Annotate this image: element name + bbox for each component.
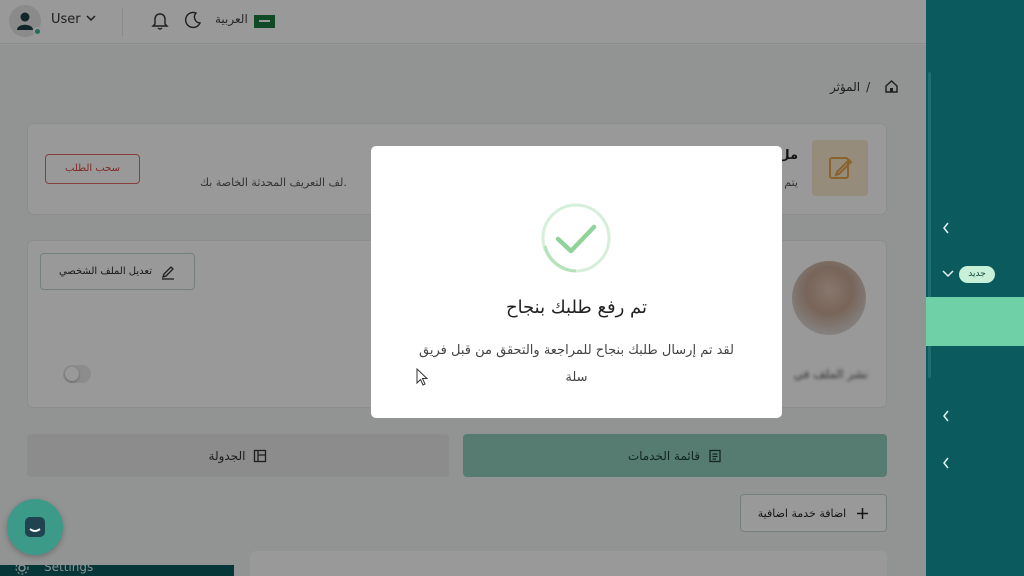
chevron-left-icon[interactable] bbox=[942, 222, 950, 234]
chevron-left-icon[interactable] bbox=[942, 457, 950, 469]
chat-support-button[interactable] bbox=[7, 499, 63, 555]
mouse-cursor-icon bbox=[416, 368, 429, 386]
new-badge: جديد bbox=[959, 266, 995, 283]
sidebar-item-active[interactable] bbox=[926, 297, 1024, 346]
chevron-down-icon[interactable] bbox=[942, 270, 954, 278]
chat-icon bbox=[25, 517, 45, 537]
sidebar: جديد bbox=[926, 0, 1024, 576]
success-check-icon bbox=[541, 203, 611, 273]
modal-message: لقد تم إرسال طلبك بنجاح للمراجعة والتحقق… bbox=[419, 343, 734, 385]
success-modal: تم رفع طلبك بنجاح لقد تم إرسال طلبك بنجا… bbox=[371, 146, 782, 418]
modal-title: تم رفع طلبك بنجاح bbox=[505, 297, 648, 318]
chevron-left-icon[interactable] bbox=[942, 410, 950, 422]
